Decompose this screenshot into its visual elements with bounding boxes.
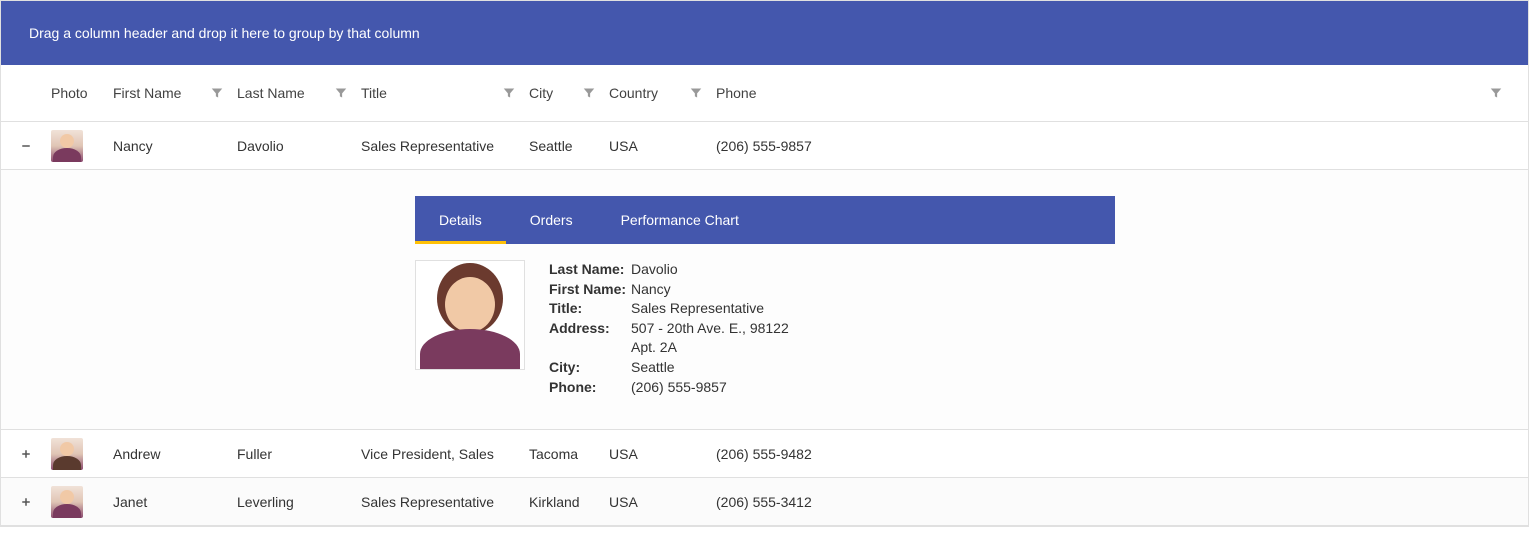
- minus-icon: [20, 140, 32, 152]
- tab-performance-label: Performance Chart: [621, 212, 739, 228]
- column-header-row: Photo First Name Last Name Title City: [1, 65, 1528, 122]
- table-row[interactable]: Janet Leverling Sales Representative Kir…: [1, 478, 1528, 526]
- avatar: [51, 486, 83, 518]
- cell-lastname: Fuller: [237, 440, 361, 468]
- header-country-label: Country: [609, 85, 658, 101]
- field-lastname: Last Name: Davolio: [549, 260, 789, 280]
- field-firstname: First Name: Nancy: [549, 280, 789, 300]
- photo-cell: [51, 130, 113, 162]
- detail-fields: Last Name: Davolio First Name: Nancy Tit…: [549, 260, 789, 397]
- photo-cell: [51, 486, 113, 518]
- cell-country: USA: [609, 440, 716, 468]
- avatar: [51, 438, 83, 470]
- field-label: Address:: [549, 319, 631, 339]
- tab-details-label: Details: [439, 212, 482, 228]
- header-firstname-label: First Name: [113, 85, 181, 101]
- table-row[interactable]: Nancy Davolio Sales Representative Seatt…: [1, 122, 1528, 170]
- field-value: Nancy: [631, 280, 789, 300]
- field-value: Apt. 2A: [631, 338, 789, 358]
- field-label: [549, 338, 631, 358]
- cell-firstname: Janet: [113, 488, 237, 516]
- header-firstname[interactable]: First Name: [113, 65, 237, 121]
- collapse-button[interactable]: [1, 140, 51, 152]
- field-address: Address: 507 - 20th Ave. E., 98122: [549, 319, 789, 339]
- cell-lastname: Leverling: [237, 488, 361, 516]
- header-lastname[interactable]: Last Name: [237, 65, 361, 121]
- field-phone: Phone: (206) 555-9857: [549, 378, 789, 398]
- cell-phone: (206) 555-3412: [716, 488, 1528, 516]
- tab-performance[interactable]: Performance Chart: [597, 196, 763, 244]
- cell-city: Tacoma: [529, 440, 609, 468]
- header-phone[interactable]: Phone: [716, 65, 1528, 121]
- header-country[interactable]: Country: [609, 65, 716, 121]
- header-city-label: City: [529, 85, 553, 101]
- plus-icon: [20, 448, 32, 460]
- field-value: Seattle: [631, 358, 789, 378]
- plus-icon: [20, 496, 32, 508]
- cell-phone: (206) 555-9857: [716, 132, 1528, 160]
- cell-country: USA: [609, 488, 716, 516]
- cell-city: Kirkland: [529, 488, 609, 516]
- cell-firstname: Andrew: [113, 440, 237, 468]
- header-title-label: Title: [361, 85, 387, 101]
- header-city[interactable]: City: [529, 65, 609, 121]
- detail-content: Last Name: Davolio First Name: Nancy Tit…: [415, 244, 1528, 397]
- field-value: Davolio: [631, 260, 789, 280]
- tab-orders-label: Orders: [530, 212, 573, 228]
- detail-panel: Details Orders Performance Chart Last Na…: [1, 170, 1528, 430]
- cell-country: USA: [609, 132, 716, 160]
- field-value: 507 - 20th Ave. E., 98122: [631, 319, 789, 339]
- tab-orders[interactable]: Orders: [506, 196, 597, 244]
- expand-button[interactable]: [1, 448, 51, 460]
- field-label: Title:: [549, 299, 631, 319]
- field-value: Sales Representative: [631, 299, 789, 319]
- table-row[interactable]: Andrew Fuller Vice President, Sales Taco…: [1, 430, 1528, 478]
- header-photo[interactable]: Photo: [51, 71, 113, 115]
- avatar: [425, 269, 515, 369]
- grid: Drag a column header and drop it here to…: [0, 0, 1529, 527]
- filter-icon[interactable]: [682, 79, 710, 107]
- expand-button[interactable]: [1, 496, 51, 508]
- cell-title: Sales Representative: [361, 488, 529, 516]
- filter-icon[interactable]: [1482, 79, 1510, 107]
- cell-firstname: Nancy: [113, 132, 237, 160]
- header-lastname-label: Last Name: [237, 85, 305, 101]
- filter-icon[interactable]: [575, 79, 603, 107]
- cell-title: Vice President, Sales: [361, 440, 529, 468]
- avatar: [51, 130, 83, 162]
- group-hint: Drag a column header and drop it here to…: [29, 25, 420, 41]
- field-label: First Name:: [549, 280, 631, 300]
- filter-icon[interactable]: [203, 79, 231, 107]
- field-title: Title: Sales Representative: [549, 299, 789, 319]
- field-label: Phone:: [549, 378, 631, 398]
- filter-icon[interactable]: [495, 79, 523, 107]
- filter-icon[interactable]: [327, 79, 355, 107]
- field-label: City:: [549, 358, 631, 378]
- tab-details[interactable]: Details: [415, 196, 506, 244]
- cell-lastname: Davolio: [237, 132, 361, 160]
- field-label: Last Name:: [549, 260, 631, 280]
- header-phone-label: Phone: [716, 85, 756, 101]
- tabstrip: Details Orders Performance Chart: [415, 196, 1115, 244]
- cell-title: Sales Representative: [361, 132, 529, 160]
- cell-city: Seattle: [529, 132, 609, 160]
- cell-phone: (206) 555-9482: [716, 440, 1528, 468]
- header-title[interactable]: Title: [361, 65, 529, 121]
- field-city: City: Seattle: [549, 358, 789, 378]
- group-panel[interactable]: Drag a column header and drop it here to…: [1, 1, 1528, 65]
- field-address2: Apt. 2A: [549, 338, 789, 358]
- field-value: (206) 555-9857: [631, 378, 789, 398]
- header-photo-label: Photo: [51, 85, 88, 101]
- photo-cell: [51, 438, 113, 470]
- detail-photo: [415, 260, 525, 370]
